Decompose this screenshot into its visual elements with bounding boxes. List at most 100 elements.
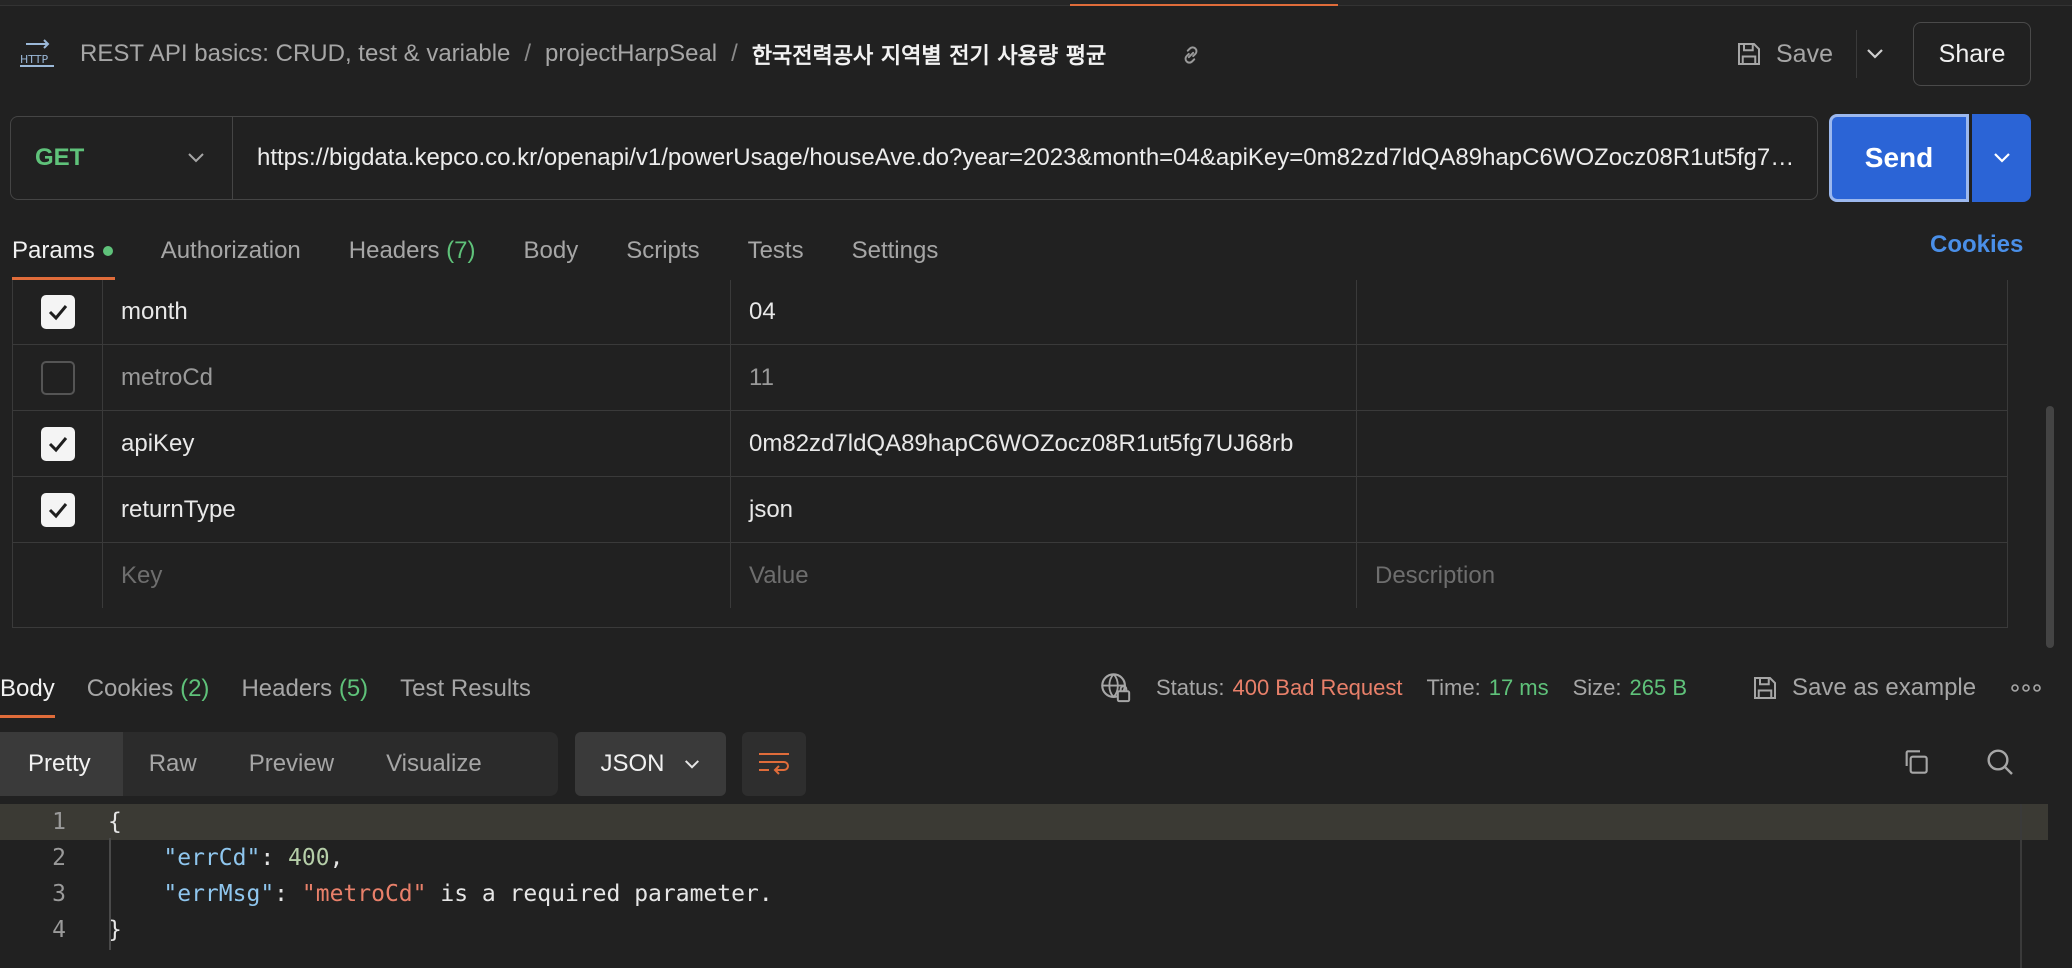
chevron-down-icon — [1992, 152, 2012, 164]
table-row: apiKey 0m82zd7ldQA89hapC6WOZocz08R1ut5fg… — [13, 410, 2007, 476]
request-tabs: Params Authorization Headers (7) Body Sc… — [12, 226, 939, 280]
table-row: returnType json — [13, 476, 2007, 542]
code-line: 1 { — [0, 804, 2048, 840]
chevron-down-icon — [683, 759, 701, 770]
tab-scripts[interactable]: Scripts — [626, 226, 699, 276]
wrap-lines-button[interactable] — [742, 732, 806, 796]
table-row: month 04 — [13, 280, 2007, 344]
param-value[interactable]: 11 — [731, 345, 1357, 410]
row-checkbox[interactable] — [40, 492, 75, 527]
status-badge[interactable]: 400 Bad Request — [1232, 675, 1402, 701]
tab-settings[interactable]: Settings — [852, 226, 939, 276]
code-text: "errMsg": "metroCd" is a required parame… — [163, 881, 773, 907]
param-key[interactable]: metroCd — [103, 345, 731, 410]
send-options-button[interactable] — [1972, 114, 2031, 202]
save-as-example-button[interactable]: Save as example — [1750, 668, 1976, 708]
param-key[interactable]: apiKey — [103, 411, 731, 476]
param-key[interactable]: month — [103, 280, 731, 344]
method-select[interactable]: GET — [11, 117, 233, 199]
save-icon — [1750, 673, 1780, 703]
view-mode-visualize[interactable]: Visualize — [360, 732, 508, 796]
json-key: "errCd" — [163, 845, 261, 871]
param-description[interactable] — [1357, 345, 2007, 410]
row-checkbox-cell — [13, 345, 103, 410]
view-mode-raw[interactable]: Raw — [123, 732, 223, 796]
http-icon: HTTP — [18, 38, 58, 70]
save-as-example-label: Save as example — [1792, 674, 1977, 701]
tab-response-cookies-label: Cookies — [86, 675, 174, 702]
save-options-button[interactable] — [1856, 30, 1892, 78]
params-scrollbar[interactable] — [2046, 406, 2054, 648]
code-scrollbar-track[interactable] — [2020, 804, 2022, 968]
send-button[interactable]: Send — [1829, 114, 1969, 202]
response-tabs: Body Cookies (2) Headers (5) Test Result… — [0, 664, 531, 718]
tab-headers[interactable]: Headers (7) — [349, 226, 476, 276]
top-tab-strip — [0, 0, 2072, 6]
response-headers-count: (5) — [338, 675, 369, 702]
tab-response-body[interactable]: Body — [0, 664, 55, 718]
line-number: 2 — [52, 845, 66, 871]
json-text: is a required parameter. — [426, 881, 773, 907]
row-checkbox[interactable] — [40, 294, 75, 329]
search-icon[interactable] — [1984, 746, 2016, 778]
request-title[interactable]: 한국전력공사 지역별 전기 사용량 평균 — [752, 38, 1106, 70]
indent-guide — [109, 838, 111, 950]
tab-test-results[interactable]: Test Results — [400, 664, 531, 714]
network-globe-icon[interactable] — [1098, 670, 1132, 704]
tab-authorization[interactable]: Authorization — [161, 226, 301, 276]
breadcrumb-separator: / — [524, 40, 532, 67]
share-button[interactable]: Share — [1913, 22, 2031, 86]
tab-body[interactable]: Body — [524, 226, 579, 276]
link-icon[interactable] — [1178, 42, 1204, 68]
tab-response-body-label: Body — [0, 675, 55, 702]
time-label: Time: — [1426, 675, 1481, 700]
param-value[interactable]: 0m82zd7ldQA89hapC6WOZocz08R1ut5fg7UJ68rb — [731, 411, 1357, 476]
tab-settings-label: Settings — [851, 237, 939, 264]
response-body-code[interactable]: 1 { 2 "errCd": 400, 3 "errMsg": "metroCd… — [0, 804, 2050, 968]
response-size[interactable]: Size: 265 B — [1573, 675, 1687, 701]
line-number: 1 — [52, 809, 66, 835]
param-description[interactable] — [1357, 411, 2007, 476]
tab-tests-label: Tests — [747, 237, 804, 264]
param-description[interactable] — [1357, 477, 2007, 542]
format-label: JSON — [600, 750, 665, 777]
save-label: Save — [1776, 39, 1833, 68]
breadcrumb-folder[interactable]: projectHarpSeal — [545, 40, 717, 68]
row-checkbox[interactable] — [40, 360, 75, 395]
tab-headers-label: Headers — [348, 237, 440, 264]
tab-body-label: Body — [523, 237, 579, 264]
format-select[interactable]: JSON — [575, 732, 726, 796]
breadcrumb-collection[interactable]: REST API basics: CRUD, test & variable — [80, 40, 510, 68]
param-key[interactable]: returnType — [103, 477, 731, 542]
tab-response-headers[interactable]: Headers (5) — [241, 664, 368, 714]
view-mode-preview[interactable]: Preview — [223, 732, 360, 796]
tab-params-label: Params — [12, 237, 95, 264]
param-value[interactable]: json — [731, 477, 1357, 542]
new-key-input[interactable]: Key — [103, 543, 731, 608]
response-status-bar: Status: 400 Bad Request Time: 17 ms Size… — [1156, 668, 1687, 708]
status-label: Status: — [1156, 675, 1225, 700]
params-active-dot — [102, 246, 113, 256]
active-tab-indicator — [1070, 4, 1338, 6]
tab-authorization-label: Authorization — [160, 237, 301, 264]
table-row-new: Key Value Description — [13, 542, 2007, 608]
param-description[interactable] — [1357, 280, 2007, 344]
chevron-down-icon — [1865, 48, 1885, 60]
view-mode-pretty[interactable]: Pretty — [0, 732, 123, 796]
new-description-input[interactable]: Description — [1357, 543, 2007, 608]
code-line: 2 "errCd": 400, — [0, 840, 2048, 876]
cookies-link[interactable]: Cookies — [1930, 231, 2023, 259]
save-button[interactable]: Save — [1734, 30, 1833, 78]
url-input[interactable]: https://bigdata.kepco.co.kr/openapi/v1/p… — [233, 144, 1817, 172]
tab-tests[interactable]: Tests — [748, 226, 804, 276]
copy-icon[interactable] — [1900, 746, 1932, 778]
table-row: metroCd 11 — [13, 344, 2007, 410]
param-value[interactable]: 04 — [731, 280, 1357, 344]
response-time[interactable]: Time: 17 ms — [1427, 675, 1549, 701]
new-value-input[interactable]: Value — [731, 543, 1357, 608]
tab-response-cookies[interactable]: Cookies (2) — [87, 664, 210, 714]
row-checkbox[interactable] — [40, 426, 75, 461]
size-value: 265 B — [1629, 675, 1688, 700]
more-options-icon[interactable] — [2010, 672, 2042, 704]
tab-params[interactable]: Params — [12, 226, 115, 280]
